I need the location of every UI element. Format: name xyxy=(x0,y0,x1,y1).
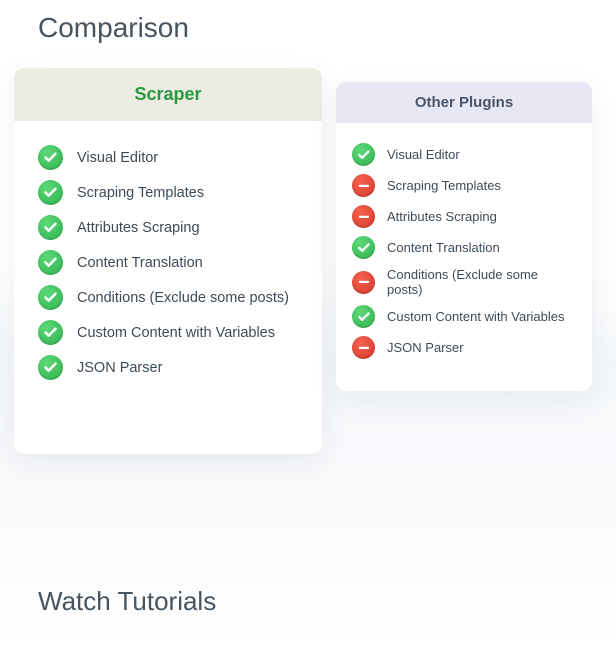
check-icon xyxy=(38,215,63,240)
check-icon xyxy=(352,305,375,328)
check-icon xyxy=(38,320,63,345)
list-item: Attributes Scraping xyxy=(352,205,576,228)
feature-label: Visual Editor xyxy=(77,150,158,166)
list-item: Conditions (Exclude some posts) xyxy=(38,285,298,310)
list-item: Content Translation xyxy=(38,250,298,275)
feature-label: Content Translation xyxy=(387,240,500,255)
list-item: Scraping Templates xyxy=(352,174,576,197)
list-item: Custom Content with Variables xyxy=(38,320,298,345)
comparison-cards: Scraper Visual Editor Scraping Templates… xyxy=(0,68,616,454)
minus-icon xyxy=(352,174,375,197)
other-card-title: Other Plugins xyxy=(336,82,592,123)
feature-label: JSON Parser xyxy=(387,340,464,355)
minus-icon xyxy=(352,271,375,294)
scraper-card: Scraper Visual Editor Scraping Templates… xyxy=(14,68,322,454)
feature-label: Custom Content with Variables xyxy=(387,309,565,324)
check-icon xyxy=(352,143,375,166)
feature-label: Conditions (Exclude some posts) xyxy=(77,290,289,306)
list-item: Attributes Scraping xyxy=(38,215,298,240)
feature-label: Custom Content with Variables xyxy=(77,325,275,341)
feature-label: Conditions (Exclude some posts) xyxy=(387,267,576,297)
watch-tutorials-heading: Watch Tutorials xyxy=(38,586,216,617)
list-item: Conditions (Exclude some posts) xyxy=(352,267,576,297)
scraper-card-title: Scraper xyxy=(14,68,322,121)
check-icon xyxy=(38,285,63,310)
feature-label: Content Translation xyxy=(77,255,203,271)
list-item: Scraping Templates xyxy=(38,180,298,205)
list-item: Visual Editor xyxy=(352,143,576,166)
check-icon xyxy=(38,180,63,205)
list-item: Custom Content with Variables xyxy=(352,305,576,328)
other-feature-list: Visual Editor Scraping Templates Attribu… xyxy=(336,123,592,391)
list-item: JSON Parser xyxy=(352,336,576,359)
feature-label: Scraping Templates xyxy=(77,185,204,201)
feature-label: Attributes Scraping xyxy=(77,220,200,236)
feature-label: Attributes Scraping xyxy=(387,209,497,224)
minus-icon xyxy=(352,336,375,359)
list-item: Content Translation xyxy=(352,236,576,259)
list-item: Visual Editor xyxy=(38,145,298,170)
check-icon xyxy=(38,145,63,170)
comparison-heading: Comparison xyxy=(0,0,616,68)
feature-label: Visual Editor xyxy=(387,147,460,162)
check-icon xyxy=(38,250,63,275)
minus-icon xyxy=(352,205,375,228)
check-icon xyxy=(352,236,375,259)
feature-label: JSON Parser xyxy=(77,360,162,376)
scraper-feature-list: Visual Editor Scraping Templates Attribu… xyxy=(14,121,322,418)
other-plugins-card: Other Plugins Visual Editor Scraping Tem… xyxy=(336,82,592,391)
feature-label: Scraping Templates xyxy=(387,178,501,193)
list-item: JSON Parser xyxy=(38,355,298,380)
check-icon xyxy=(38,355,63,380)
